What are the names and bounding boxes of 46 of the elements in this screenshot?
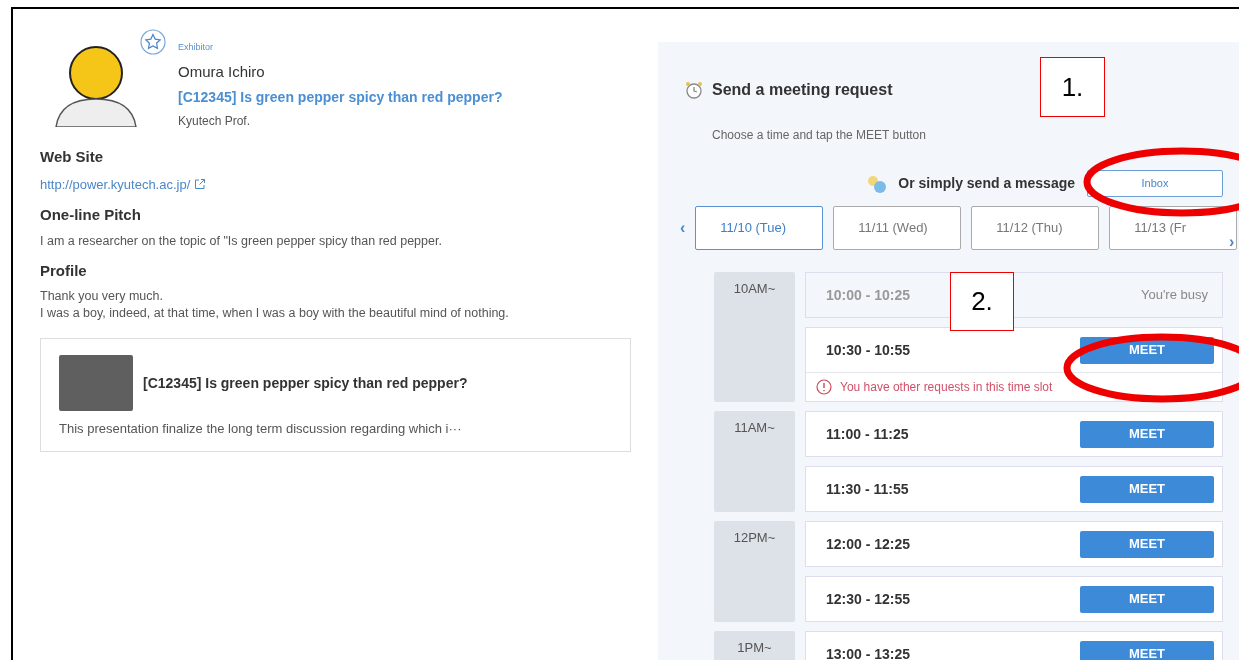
slot-time: 12:30 - 12:55 [826, 589, 911, 609]
meet-button[interactable]: MEET [1080, 475, 1214, 503]
warning-icon [816, 379, 832, 395]
website-link[interactable]: http://power.kyutech.ac.jp/ [40, 174, 191, 194]
presentation-link[interactable]: [C12345] Is green pepper spicy than red pepper? [178, 87, 503, 108]
exhibitor-label: Exhibitor [178, 41, 213, 54]
warning-text: You have other requests in this time slot [840, 379, 1053, 396]
slot-time: 10:30 - 10:55 [826, 340, 911, 360]
body-text: I was a boy, indeed, at that time, when I was a boy with the beautiful mind of nothing. [40, 305, 510, 322]
meet-button[interactable]: MEET [1080, 640, 1214, 660]
meet-button[interactable]: MEET [1080, 530, 1214, 558]
slot-time: 13:00 - 13:25 [826, 644, 911, 660]
section-heading: Profile [40, 260, 88, 281]
meet-button[interactable]: MEET [1080, 585, 1214, 613]
date-tab[interactable]: 11/10 (Tue) [695, 206, 824, 250]
body-text: Thank you very much. [40, 288, 164, 305]
meet-button[interactable]: MEET [1080, 420, 1214, 448]
slot-time: 10:00 - 10:25 [826, 285, 911, 305]
busy-status: You're busy [1140, 286, 1209, 305]
callout-number: 1. [1040, 57, 1105, 117]
affiliation-text: Kyutech Prof. [178, 113, 251, 130]
presentation-card[interactable]: [C12345] Is green pepper spicy than red pepper? This presentation finalize the long term discussion regarding which i··· [40, 338, 631, 452]
meeting-title: Send a meeting request [712, 80, 893, 100]
section-heading: Web Site [40, 147, 105, 167]
date-tab[interactable]: 11/11 (Wed) [833, 206, 962, 250]
hour-label: 1PM~ [714, 631, 795, 660]
exhibitor-name: Omura Ichiro [178, 61, 265, 82]
section-heading: One-line Pitch [40, 205, 142, 225]
presentation-title: [C12345] Is green pepper spicy than red pepper? [143, 373, 468, 393]
alarm-clock-icon [684, 80, 704, 100]
slot-time: 11:00 - 11:25 [826, 424, 909, 444]
slot-time: 12:00 - 12:25 [826, 534, 911, 554]
instruction-text: Choose a time and tap the MEET button [712, 127, 927, 144]
slot-time: 11:30 - 11:55 [826, 479, 909, 499]
chat-bubbles-icon [866, 173, 889, 194]
date-tab[interactable]: 11/12 (Thu) [971, 206, 1100, 250]
callout-number: 2. [950, 272, 1014, 331]
body-text: I am a researcher on the topic of "Is green pepper spicy than red pepper. [40, 232, 443, 250]
hour-label: 12PM~ [714, 521, 795, 622]
message-prompt: Or simply send a message [898, 174, 1075, 193]
hour-label: 10AM~ [714, 272, 795, 402]
previous-arrow[interactable]: ‹ [680, 216, 686, 240]
hour-label: 11AM~ [714, 411, 795, 512]
inbox-button[interactable]: Inbox [1087, 170, 1223, 197]
presentation-summary: This presentation finalize the long term discussion regarding which i··· [59, 420, 463, 438]
external-link-icon[interactable] [194, 178, 207, 191]
